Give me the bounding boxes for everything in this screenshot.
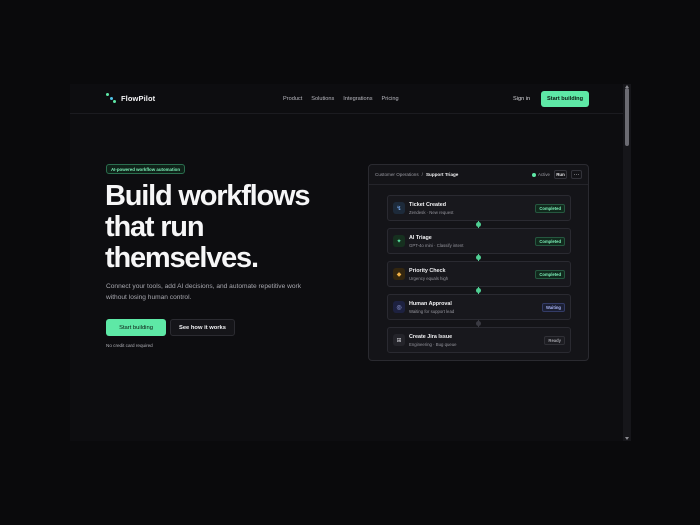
hero-title-line-3: themselves. [105,242,259,274]
workflow-panel: Customer Operations / Support Triage Act… [368,164,589,361]
status-dot-icon [532,172,536,177]
workflow-step-human-approval[interactable]: ◎ Human Approval Waiting for support lea… [387,294,571,320]
top-navigation: FlowPilot Product Solutions Integrations… [70,84,623,114]
connector-dot [476,255,481,260]
main-menu: Product Solutions Integrations Pricing [283,96,399,102]
brand-logo[interactable]: FlowPilot [106,93,155,103]
workflow-step-create-jira-issue[interactable]: ⊞ Create Jira Issue Engineering · Bug qu… [387,327,571,353]
nav-link-product[interactable]: Product [283,96,302,102]
breadcrumb: Customer Operations / Support Triage [375,172,458,177]
nav-link-integrations[interactable]: Integrations [343,96,372,102]
nav-link-solutions[interactable]: Solutions [311,96,334,102]
breadcrumb-separator: / [421,172,423,177]
connector-dot [476,222,481,227]
connector-dot [476,321,481,326]
hero-title-line-1: Build workflows [105,180,311,212]
step-title: Priority Check [409,268,446,274]
status-label: Active [538,172,550,177]
grid-icon: ⊞ [393,334,405,346]
step-title: Create Jira Issue [409,334,453,340]
start-building-button[interactable]: Start building [106,319,166,336]
step-description: Urgency equals high [409,276,449,281]
breadcrumb-parent[interactable]: Customer Operations [375,172,419,177]
hero-badge: AI-powered workflow automation [106,164,186,174]
status-badge: Waiting [542,303,565,312]
workflow-step-priority-check[interactable]: ◆ Priority Check Urgency equals high Com… [387,261,571,287]
lightning-icon: ↯ [393,202,405,214]
sign-in-link[interactable]: Sign in [513,96,530,102]
browser-viewport: FlowPilot Product Solutions Integrations… [70,84,631,441]
hero-title-line-2: that run [105,211,205,243]
diamond-icon: ◆ [393,268,405,280]
hero-subtitle: Connect your tools, add AI decisions, an… [106,283,301,301]
run-button[interactable]: Run [554,170,567,179]
scroll-down-arrow-icon[interactable] [625,437,629,440]
step-description: Waiting for support lead [409,309,455,314]
start-building-nav-button[interactable]: Start building [541,91,589,107]
hero-title: Build workflows that run themselves. [105,181,345,274]
step-description: GPT-4o mini · Classify intent [409,243,464,248]
flowpilot-logo-icon [106,93,116,103]
see-how-it-works-button[interactable]: See how it works [170,319,235,336]
step-description: Engineering · Bug queue [409,342,457,347]
step-title: Ticket Created [409,202,447,208]
workflow-step-ticket-created[interactable]: ↯ Ticket Created Zendesk · New request C… [387,195,571,221]
workflow-status: Active [532,172,550,177]
no-credit-card-note: No credit card required [106,343,153,348]
status-badge: Completed [535,270,565,279]
step-description: Zendesk · New request [409,210,454,215]
nav-link-pricing[interactable]: Pricing [382,96,399,102]
sparkle-icon: ✦ [393,235,405,247]
step-title: AI Triage [409,235,432,241]
connector-dot [476,288,481,293]
check-circle-icon: ◎ [393,301,405,313]
status-badge: Completed [535,237,565,246]
more-options-icon[interactable]: ··· [571,170,582,179]
scrollbar-thumb[interactable] [625,88,629,146]
status-badge: Completed [535,204,565,213]
breadcrumb-current: Support Triage [425,172,459,177]
step-title: Human Approval [409,301,452,307]
workflow-step-ai-triage[interactable]: ✦ AI Triage GPT-4o mini · Classify inten… [387,228,571,254]
status-badge: Ready [544,336,565,345]
workflow-panel-header: Customer Operations / Support Triage Act… [369,165,588,185]
brand-name: FlowPilot [121,93,156,103]
vertical-scrollbar[interactable] [623,84,631,441]
